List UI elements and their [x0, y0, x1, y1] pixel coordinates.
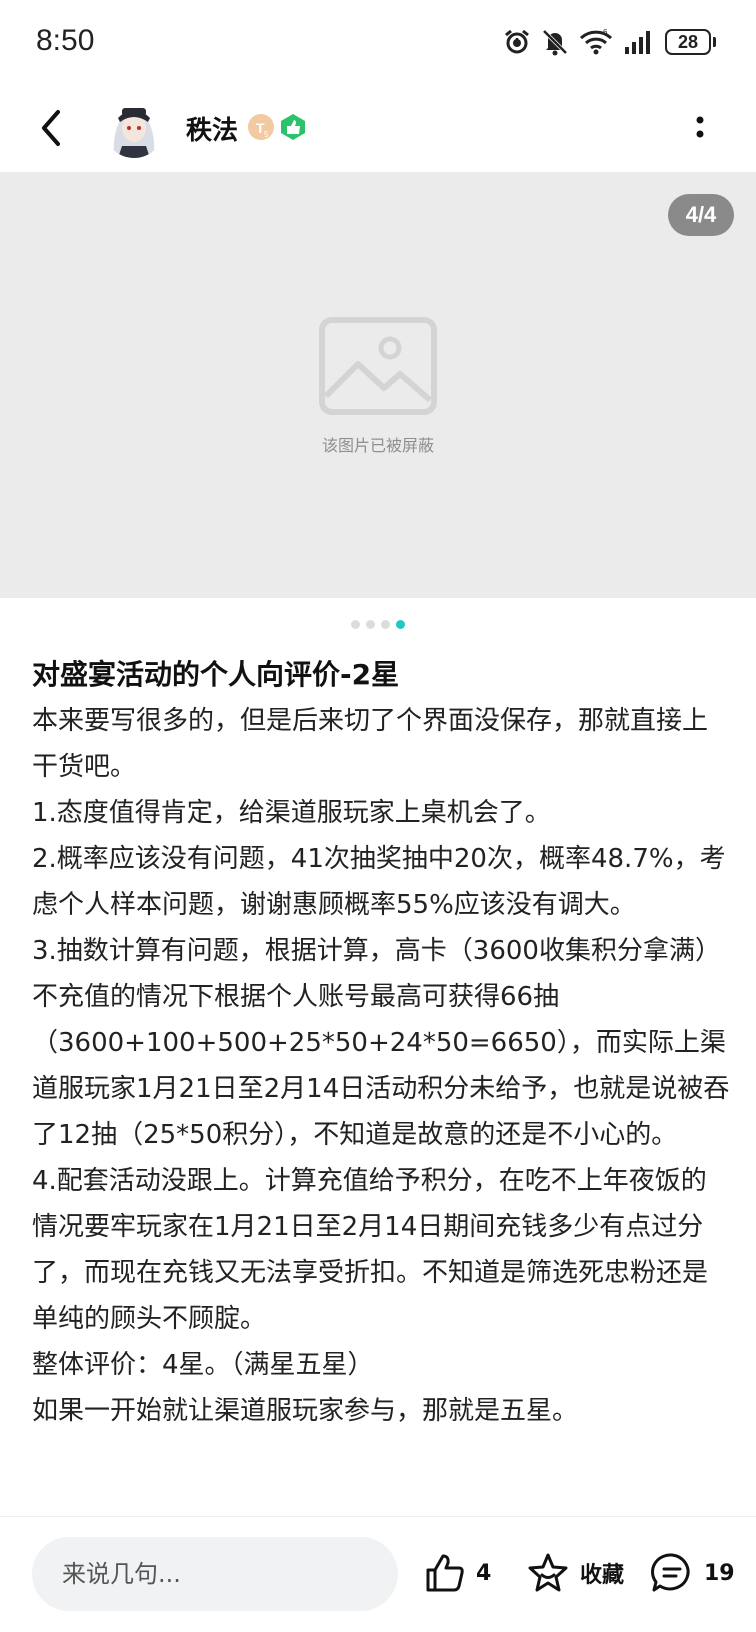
status-icons: 6 28: [503, 24, 716, 60]
post-paragraph: 如果一开始就让渠道服玩家参与，那就是五星。: [32, 1396, 579, 1426]
carousel-indicator: [0, 620, 756, 630]
image-page-counter: 4/4: [668, 194, 734, 236]
carousel-dot: [366, 620, 375, 629]
favorite-label: 收藏: [580, 1563, 625, 1588]
post-header: 秩法 T 5: [0, 84, 756, 172]
level-badge-icon: T 5: [248, 114, 274, 140]
post-paragraph: 本来要写很多的，但是后来切了个界面没保存，那就直接上干货吧。: [32, 706, 709, 782]
post-body: 本来要写很多的，但是后来切了个界面没保存，那就直接上干货吧。 1.态度值得肯定，…: [32, 698, 732, 1434]
svg-text:5: 5: [264, 130, 269, 139]
carousel-dot-active: [396, 620, 405, 629]
star-icon: [528, 1553, 568, 1592]
post-paragraph: 3.抽数计算有问题，根据计算，高卡（3600收集积分拿满）不充值的情况下根据个人…: [32, 936, 730, 1150]
battery-icon: 28: [665, 29, 716, 55]
thumbs-up-icon: [426, 1554, 464, 1592]
favorite-button[interactable]: 收藏: [526, 1545, 624, 1601]
post-paragraph: 4.配套活动没跟上。计算充值给予积分，在吃不上年夜饭的情况要牢玩家在1月21日至…: [32, 1166, 709, 1334]
comment-icon: [651, 1553, 690, 1592]
bottom-action-bar: 来说几句... 4 收藏 19: [0, 1516, 756, 1632]
signal-icon: [625, 31, 650, 54]
post-paragraph: 1.态度值得肯定，给渠道服玩家上桌机会了。: [32, 798, 551, 828]
blocked-image-icon: [319, 317, 437, 415]
avatar[interactable]: [104, 98, 164, 158]
blocked-image-text: 该图片已被屏蔽: [321, 436, 434, 455]
author-name[interactable]: 秩法: [186, 110, 238, 147]
like-count: 4: [476, 1560, 492, 1586]
comment-count: 19: [704, 1560, 735, 1586]
carousel-dot: [351, 620, 360, 629]
like-button[interactable]: 4: [424, 1545, 491, 1601]
status-bar: 8:50 6 28: [0, 0, 756, 84]
comments-button[interactable]: 19: [650, 1545, 735, 1601]
post-paragraph: 2.概率应该没有问题，41次抽奖抽中20次，概率48.7%，考虑个人样本问题，谢…: [32, 844, 726, 920]
alarm-icon: [505, 29, 529, 54]
wifi-icon: 6: [579, 28, 613, 55]
svg-text:6: 6: [603, 28, 608, 37]
post-image[interactable]: 4/4 该图片已被屏蔽: [0, 172, 756, 598]
status-time: 8:50: [36, 24, 95, 57]
comment-input[interactable]: 来说几句...: [32, 1537, 398, 1611]
post-content: 对盛宴活动的个人向评价-2星 本来要写很多的，但是后来切了个界面没保存，那就直接…: [32, 652, 732, 1434]
post-paragraph: 整体评价：4星。（满星五星）: [32, 1350, 374, 1380]
more-options-button[interactable]: [692, 108, 708, 148]
carousel-dot: [381, 620, 390, 629]
post-title: 对盛宴活动的个人向评价-2星: [32, 658, 400, 691]
battery-level: 28: [665, 29, 711, 55]
mute-icon: [542, 29, 568, 56]
verified-badge-icon: [281, 114, 305, 140]
back-button[interactable]: [32, 104, 72, 152]
